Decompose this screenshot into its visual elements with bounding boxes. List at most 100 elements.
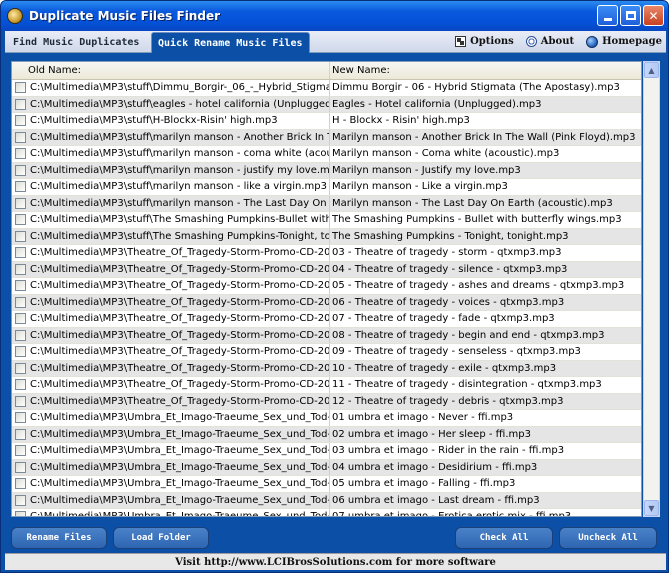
table-row[interactable]: C:\Multimedia\MP3\Theatre_Of_Tragedy-Sto… (12, 278, 641, 295)
minimize-button[interactable] (597, 5, 618, 26)
row-checkbox[interactable] (15, 164, 26, 176)
new-name-cell[interactable]: 11 - Theatre of tragedy - disintegration… (330, 379, 602, 390)
new-name-cell[interactable]: 08 - Theatre of tragedy - begin and end … (330, 330, 604, 341)
close-button[interactable]: ✕ (643, 5, 664, 26)
footer-banner[interactable]: Visit http://www.LCIBrosSolutions.com fo… (5, 553, 666, 570)
row-checkbox[interactable] (15, 313, 26, 325)
row-checkbox[interactable] (15, 478, 26, 490)
table-row[interactable]: C:\Multimedia\MP3\stuff\The Smashing Pum… (12, 212, 641, 229)
new-name-cell[interactable]: Marilyn manson - Justify my love.mp3 (330, 165, 521, 176)
row-checkbox[interactable] (15, 379, 26, 391)
homepage-link[interactable]: Homepage (586, 35, 662, 48)
row-checkbox[interactable] (15, 181, 26, 193)
row-checkbox[interactable] (15, 428, 26, 440)
tab-find-music-duplicates[interactable]: Find Music Duplicates (7, 32, 145, 53)
row-checkbox[interactable] (15, 511, 26, 516)
table-row[interactable]: C:\Multimedia\MP3\stuff\The Smashing Pum… (12, 228, 641, 245)
new-name-cell[interactable]: Eagles - Hotel california (Unplugged).mp… (330, 99, 542, 110)
title-bar[interactable]: Duplicate Music Files Finder ✕ (1, 1, 668, 31)
scroll-down-button[interactable]: ▼ (644, 500, 659, 516)
row-checkbox[interactable] (15, 263, 26, 275)
vertical-scrollbar[interactable]: ▲ ▼ (643, 61, 660, 517)
row-checkbox[interactable] (15, 412, 26, 424)
new-name-cell[interactable]: Marilyn manson - Coma white (acoustic).m… (330, 148, 559, 159)
load-folder-button[interactable]: Load Folder (113, 527, 209, 549)
table-row[interactable]: C:\Multimedia\MP3\stuff\eagles - hotel c… (12, 96, 641, 113)
new-name-cell[interactable]: 05 - Theatre of tragedy - ashes and drea… (330, 280, 624, 291)
row-checkbox[interactable] (15, 82, 26, 94)
row-checkbox[interactable] (15, 329, 26, 341)
new-name-cell[interactable]: Marilyn manson - Like a virgin.mp3 (330, 181, 508, 192)
table-row[interactable]: C:\Multimedia\MP3\Theatre_Of_Tragedy-Sto… (12, 377, 641, 394)
table-row[interactable]: C:\Multimedia\MP3\Theatre_Of_Tragedy-Sto… (12, 245, 641, 262)
new-name-cell[interactable]: 01 umbra et imago - Never - ffi.mp3 (330, 412, 513, 423)
row-checkbox[interactable] (15, 131, 26, 143)
table-row[interactable]: C:\Multimedia\MP3\Umbra_Et_Imago-Traeume… (12, 509, 641, 516)
row-checkbox[interactable] (15, 445, 26, 457)
options-link[interactable]: Options (455, 36, 514, 47)
table-row[interactable]: C:\Multimedia\MP3\Theatre_Of_Tragedy-Sto… (12, 294, 641, 311)
row-checkbox[interactable] (15, 115, 26, 127)
table-row[interactable]: C:\Multimedia\MP3\stuff\H-Blockx-Risin' … (12, 113, 641, 130)
tab-quick-rename-music-files[interactable]: Quick Rename Music Files (151, 32, 310, 53)
row-checkbox[interactable] (15, 395, 26, 407)
new-name-cell[interactable]: 10 - Theatre of tragedy - exile - qtxmp3… (330, 363, 556, 374)
row-checkbox[interactable] (15, 346, 26, 358)
row-checkbox[interactable] (15, 494, 26, 506)
table-row[interactable]: C:\Multimedia\MP3\Umbra_Et_Imago-Traeume… (12, 476, 641, 493)
new-name-cell[interactable]: 04 umbra et imago - Desidirium - ffi.mp3 (330, 462, 537, 473)
about-link[interactable]: About (525, 36, 574, 47)
table-row[interactable]: C:\Multimedia\MP3\Umbra_Et_Imago-Traeume… (12, 426, 641, 443)
new-name-cell[interactable]: 05 umbra et imago - Falling - ffi.mp3 (330, 478, 515, 489)
row-checkbox[interactable] (15, 230, 26, 242)
row-checkbox[interactable] (15, 247, 26, 259)
table-row[interactable]: C:\Multimedia\MP3\Umbra_Et_Imago-Traeume… (12, 492, 641, 509)
row-checkbox[interactable] (15, 362, 26, 374)
rename-files-button[interactable]: Rename Files (11, 527, 107, 549)
new-name-cell[interactable]: H - Blockx - Risin' high.mp3 (330, 115, 470, 126)
new-name-cell[interactable]: 03 umbra et imago - Rider in the rain - … (330, 445, 564, 456)
row-checkbox[interactable] (15, 148, 26, 160)
new-name-cell[interactable]: 06 - Theatre of tragedy - voices - qtxmp… (330, 297, 564, 308)
new-name-cell[interactable]: Marilyn manson - Another Brick In The Wa… (330, 132, 636, 143)
uncheck-all-button[interactable]: Uncheck All (559, 527, 657, 549)
new-name-cell[interactable]: 02 umbra et imago - Her sleep - ffi.mp3 (330, 429, 531, 440)
table-row[interactable]: C:\Multimedia\MP3\Theatre_Of_Tragedy-Sto… (12, 261, 641, 278)
table-row[interactable]: C:\Multimedia\MP3\stuff\marilyn manson -… (12, 162, 641, 179)
row-checkbox[interactable] (15, 214, 26, 226)
new-name-cell[interactable]: Dimmu Borgir - 06 - Hybrid Stigmata (The… (330, 82, 620, 93)
table-row[interactable]: C:\Multimedia\MP3\Theatre_Of_Tragedy-Sto… (12, 327, 641, 344)
new-name-cell[interactable]: The Smashing Pumpkins - Tonight, tonight… (330, 231, 569, 242)
row-checkbox[interactable] (15, 197, 26, 209)
table-row[interactable]: C:\Multimedia\MP3\Theatre_Of_Tragedy-Sto… (12, 360, 641, 377)
table-row[interactable]: C:\Multimedia\MP3\Umbra_Et_Imago-Traeume… (12, 443, 641, 460)
column-header-new-name[interactable]: New Name: (330, 62, 641, 79)
new-name-cell[interactable]: 06 umbra et imago - Last dream - ffi.mp3 (330, 495, 540, 506)
new-name-cell[interactable]: 03 - Theatre of tragedy - storm - qtxmp3… (330, 247, 561, 258)
table-row[interactable]: C:\Multimedia\MP3\Umbra_Et_Imago-Traeume… (12, 459, 641, 476)
row-checkbox[interactable] (15, 461, 26, 473)
check-all-button[interactable]: Check All (455, 527, 553, 549)
new-name-cell[interactable]: 04 - Theatre of tragedy - silence - qtxm… (330, 264, 567, 275)
table-row[interactable]: C:\Multimedia\MP3\Umbra_Et_Imago-Traeume… (12, 410, 641, 427)
scroll-up-button[interactable]: ▲ (644, 62, 659, 78)
table-row[interactable]: C:\Multimedia\MP3\stuff\Dimmu_Borgir-_06… (12, 80, 641, 97)
table-row[interactable]: C:\Multimedia\MP3\Theatre_Of_Tragedy-Sto… (12, 393, 641, 410)
row-checkbox[interactable] (15, 98, 26, 110)
new-name-cell[interactable]: Marilyn manson - The Last Day On Earth (… (330, 198, 613, 209)
new-name-cell[interactable]: 12 - Theatre of tragedy - debris - qtxmp… (330, 396, 563, 407)
row-checkbox[interactable] (15, 280, 26, 292)
column-header-old-name[interactable]: Old Name: (12, 62, 330, 79)
table-row[interactable]: C:\Multimedia\MP3\Theatre_Of_Tragedy-Sto… (12, 311, 641, 328)
new-name-cell[interactable]: 07 - Theatre of tragedy - fade - qtxmp3.… (330, 313, 555, 324)
new-name-cell[interactable]: 09 - Theatre of tragedy - senseless - qt… (330, 346, 581, 357)
new-name-cell[interactable]: 07 umbra et imago - Erotica erotic mix -… (330, 511, 571, 516)
table-row[interactable]: C:\Multimedia\MP3\stuff\marilyn manson -… (12, 179, 641, 196)
maximize-button[interactable] (620, 5, 641, 26)
table-row[interactable]: C:\Multimedia\MP3\stuff\marilyn manson -… (12, 129, 641, 146)
table-row[interactable]: C:\Multimedia\MP3\stuff\marilyn manson -… (12, 146, 641, 163)
new-name-cell[interactable]: The Smashing Pumpkins - Bullet with butt… (330, 214, 622, 225)
table-row[interactable]: C:\Multimedia\MP3\Theatre_Of_Tragedy-Sto… (12, 344, 641, 361)
row-checkbox[interactable] (15, 296, 26, 308)
table-row[interactable]: C:\Multimedia\MP3\stuff\marilyn manson -… (12, 195, 641, 212)
